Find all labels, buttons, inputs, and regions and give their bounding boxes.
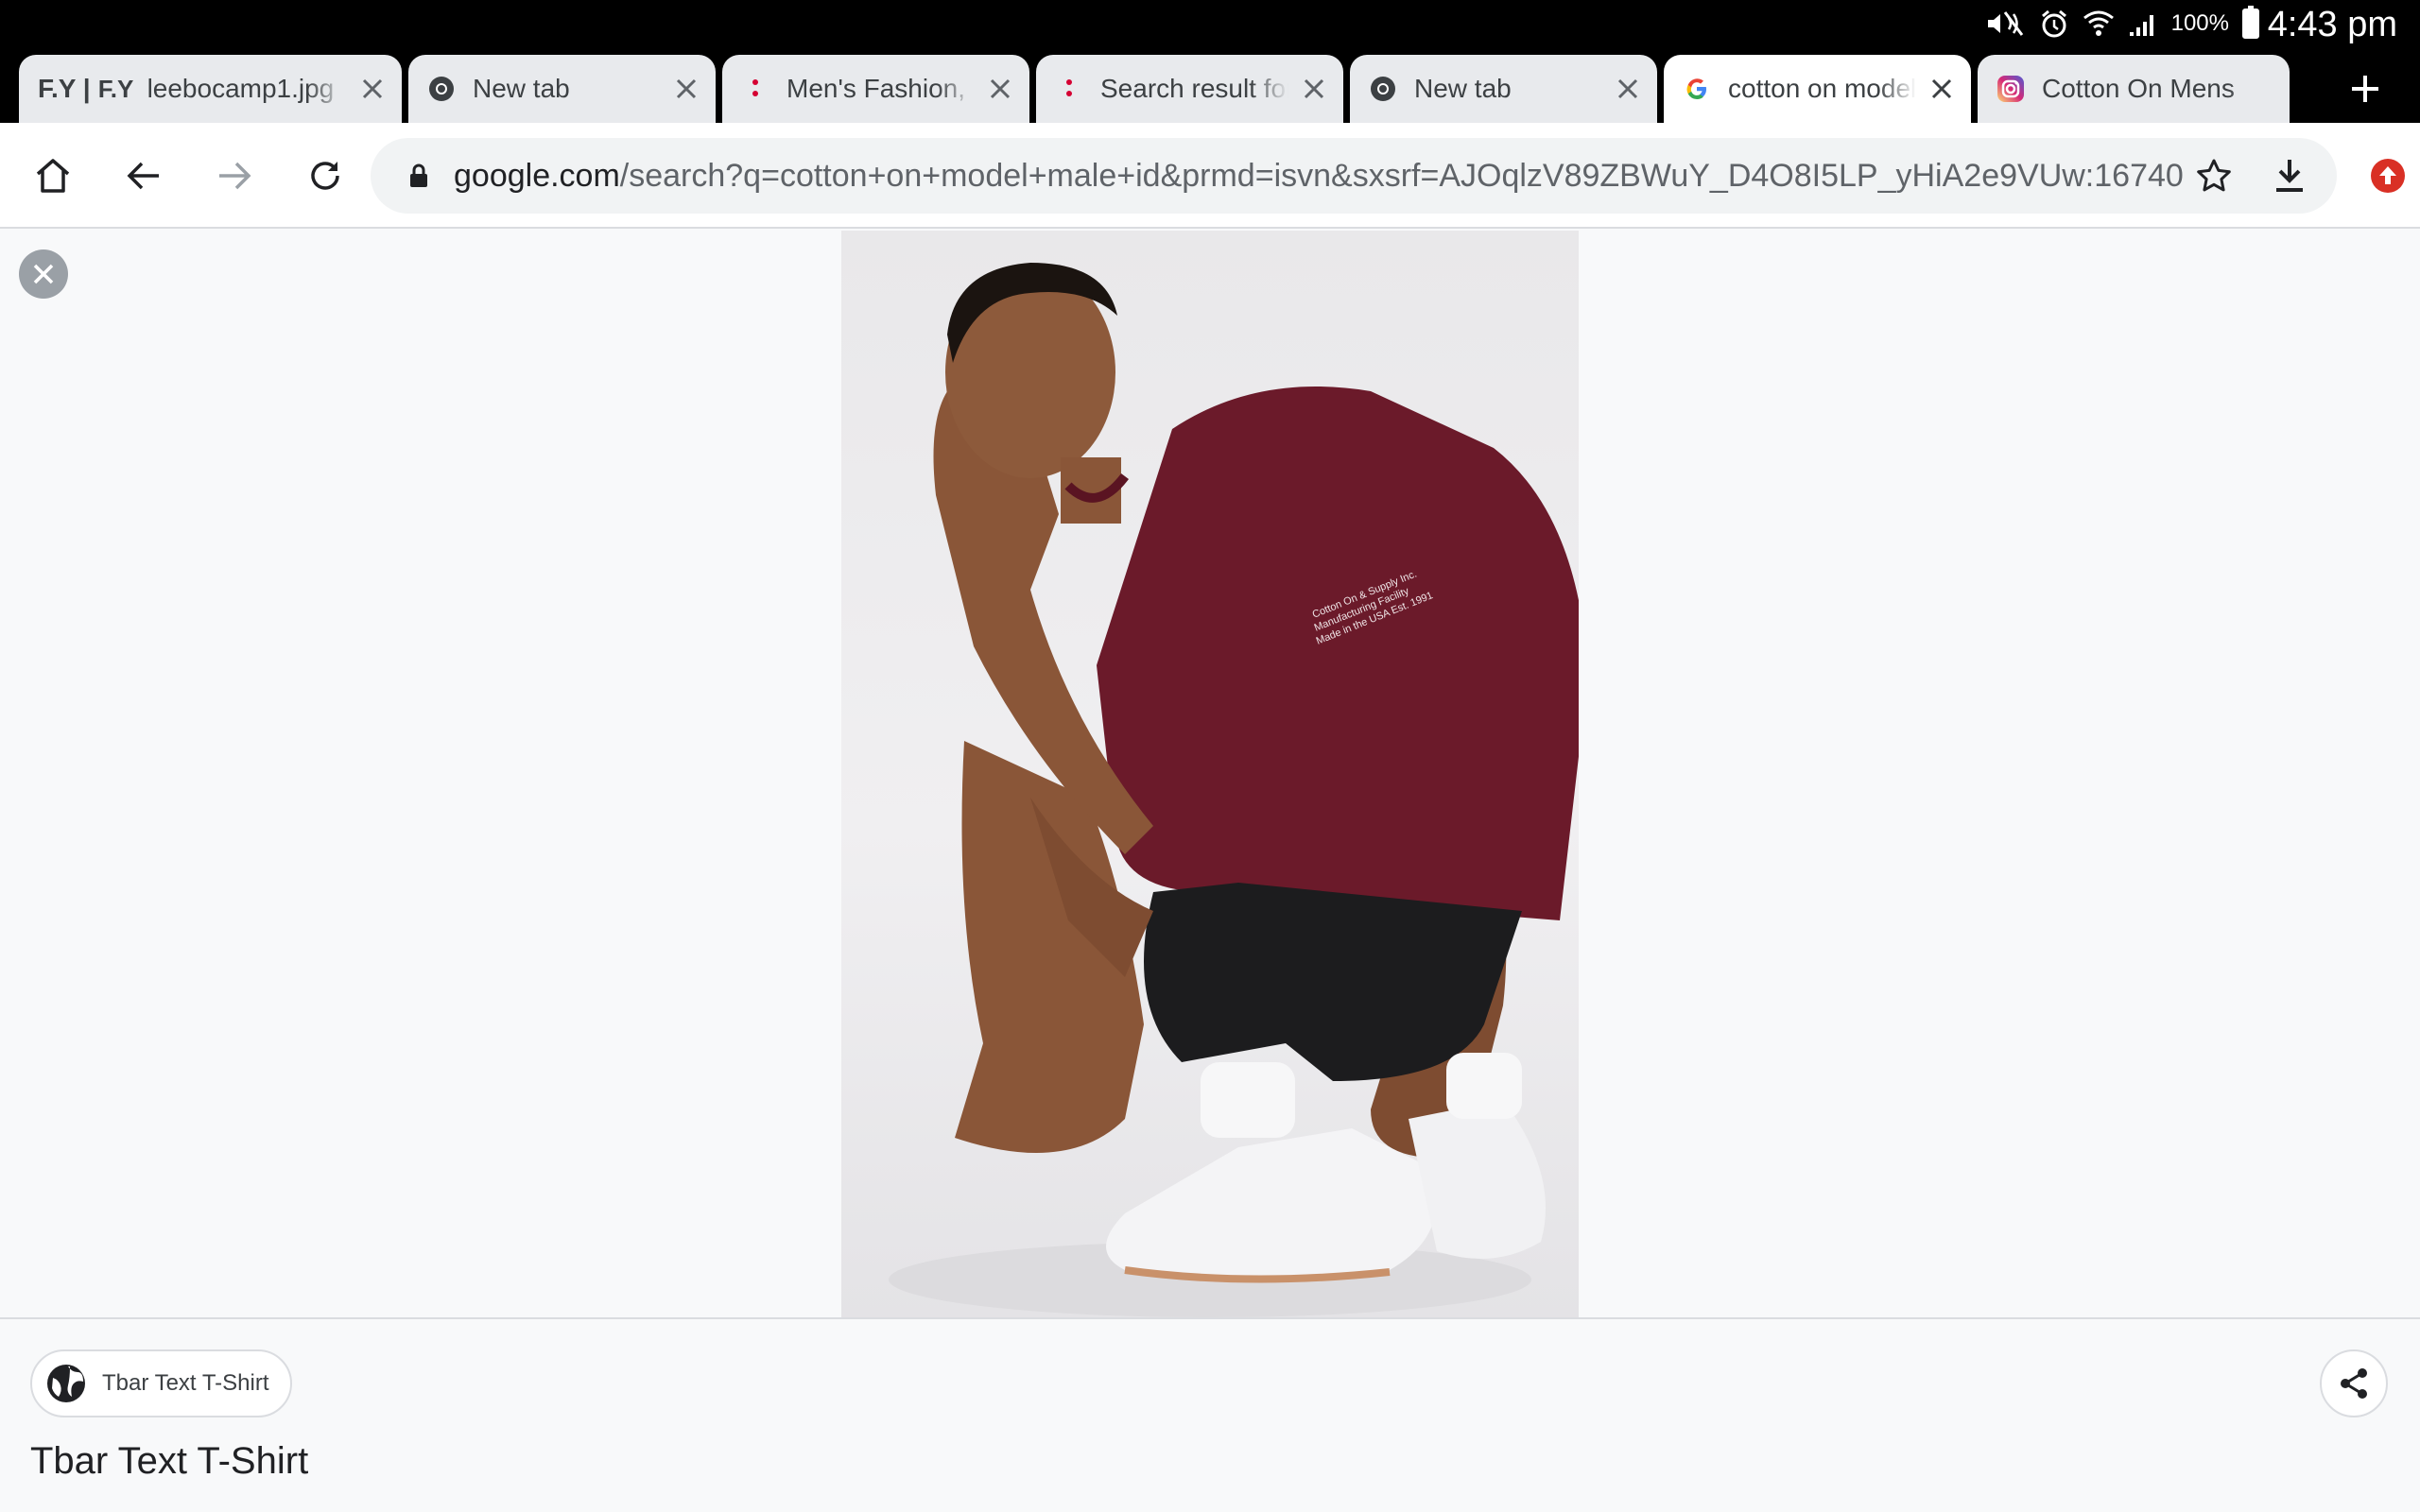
tab-strip: F.Y | F.Y leebocamp1.jpg New tab Men's F… [0,47,2420,123]
reload-icon [311,162,339,190]
home-icon [36,159,70,193]
home-button[interactable] [25,147,81,204]
close-tab-icon[interactable] [1614,75,1642,103]
forward-button[interactable] [206,147,263,204]
tab-title: Search result for [1100,74,1288,103]
signal-icon [2129,15,2153,36]
url-text[interactable]: google.com/search?q=cotton+on+model+male… [454,158,2184,195]
url-path: /search?q=cotton+on+model+male+id&prmd=i… [619,157,2184,194]
image-viewer: Cotton On & Supply Inc. Manufacturing Fa… [0,231,2420,1317]
tab-title: New tab [1414,74,1512,103]
tab-cotton-on-mens[interactable]: Cotton On Mens [1978,55,2290,123]
back-arrow-icon [127,162,159,190]
close-tab-icon[interactable] [986,75,1014,103]
back-button[interactable] [115,147,172,204]
lock-icon [410,163,427,187]
tab-title: cotton on model [1728,74,1916,103]
close-tab-icon[interactable] [358,75,387,103]
instagram-icon [1996,75,2025,103]
close-tab-icon[interactable] [672,75,700,103]
product-photo[interactable]: Cotton On & Supply Inc. Manufacturing Fa… [841,231,1579,1317]
status-icons: 100% [1984,6,2259,40]
globe-icon [47,1365,85,1402]
tab-new-tab-1[interactable]: New tab [408,55,716,123]
upload-arrow-icon [2371,159,2405,193]
divider [0,1317,2420,1319]
plus-icon [2352,76,2378,102]
share-icon [2341,1368,2367,1399]
fy-icon: F.Y [97,74,134,103]
tab-search-result[interactable]: Search result for [1036,55,1343,123]
google-icon [1683,75,1711,103]
source-chip[interactable]: Tbar Text T-Shirt [30,1349,292,1418]
download-button[interactable] [2261,147,2318,204]
browser-toolbar: google.com/search?q=cotton+on+model+male… [0,123,2420,229]
dots-icon [1055,75,1083,103]
tab-title: Men's Fashion, D [786,74,975,103]
bookmark-button[interactable] [2186,147,2242,204]
address-bar[interactable]: google.com/search?q=cotton+on+model+male… [371,138,2337,214]
status-bar: 100% 4:43 pm [0,0,2420,47]
close-icon [33,264,54,284]
close-viewer-button[interactable] [19,249,68,299]
wifi-icon [2083,10,2114,36]
clock: 4:43 pm [2267,5,2397,44]
chrome-icon [1369,75,1397,103]
tab-leebocamp[interactable]: F.Y | F.Y leebocamp1.jpg [19,55,402,123]
chrome-icon [427,75,456,103]
forward-arrow-icon [219,162,251,190]
tab-new-tab-2[interactable]: New tab [1350,55,1657,123]
alarm-icon [2041,9,2066,38]
tab-cotton-on-model[interactable]: cotton on model [1664,55,1971,123]
battery-icon [2242,6,2259,39]
battery-percent: 100% [2170,10,2229,36]
extension-button[interactable] [2367,155,2409,197]
mute-icon [1987,11,2023,36]
url-host: google.com [454,157,620,194]
tab-mens-fashion[interactable]: Men's Fashion, D [722,55,1029,123]
new-tab-button[interactable] [2344,68,2386,110]
source-label: Tbar Text T-Shirt [102,1370,269,1396]
model-illustration: Cotton On & Supply Inc. Manufacturing Fa… [889,263,1579,1317]
fy-icon: F.Y | [38,74,91,103]
tab-title: leebocamp1.jpg [147,74,335,103]
result-title[interactable]: Tbar Text T-Shirt [30,1440,308,1483]
star-icon [2197,159,2231,192]
share-button[interactable] [2320,1349,2388,1418]
tab-title: Cotton On Mens [2042,74,2235,103]
download-icon [2276,160,2303,192]
close-tab-icon[interactable] [1300,75,1328,103]
tab-title: New tab [473,74,570,103]
reload-button[interactable] [297,147,354,204]
close-tab-icon[interactable] [1927,75,1956,103]
dots-icon [741,75,769,103]
